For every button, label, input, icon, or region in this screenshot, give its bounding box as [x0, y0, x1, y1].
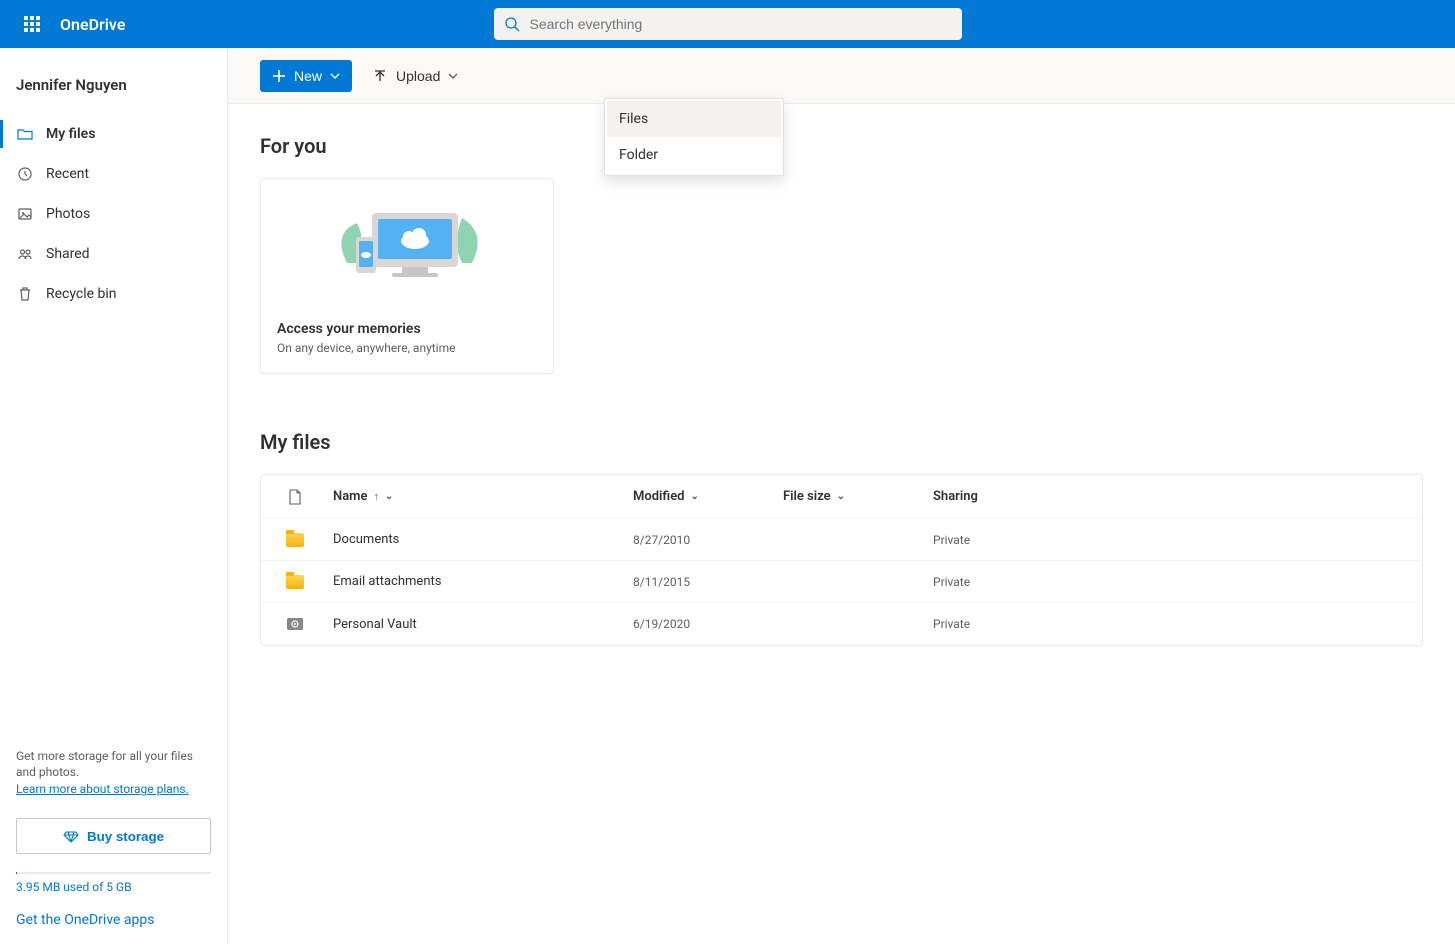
upload-icon — [372, 68, 388, 84]
column-header-filesize[interactable]: File size ⌄ — [775, 489, 925, 504]
buy-storage-button[interactable]: Buy storage — [16, 818, 211, 854]
menu-item-label: Files — [619, 111, 648, 127]
row-modified: 6/19/2020 — [625, 617, 775, 631]
table-row[interactable]: Documents 8/27/2010 Private — [261, 519, 1422, 561]
column-label: Name — [333, 489, 367, 504]
row-name[interactable]: Documents — [325, 532, 625, 547]
diamond-icon — [63, 828, 79, 844]
search-container — [494, 8, 962, 40]
column-label: Modified — [633, 489, 685, 504]
column-header-type[interactable] — [265, 489, 325, 505]
buy-storage-label: Buy storage — [87, 829, 164, 844]
plus-icon — [272, 69, 286, 83]
row-icon-cell — [265, 575, 325, 589]
row-icon-cell — [265, 616, 325, 632]
chevron-down-icon — [330, 71, 340, 81]
clock-icon — [16, 165, 34, 183]
row-modified: 8/11/2015 — [625, 575, 775, 589]
upload-menu-files[interactable]: Files — [607, 101, 781, 137]
sidebar-item-label: Photos — [46, 206, 90, 222]
people-icon — [16, 245, 34, 263]
trash-icon — [16, 285, 34, 303]
table-row[interactable]: Email attachments 8/11/2015 Private — [261, 561, 1422, 603]
storage-plans-link[interactable]: Learn more about storage plans. — [16, 782, 189, 796]
row-sharing: Private — [925, 617, 1125, 631]
chevron-down-icon: ⌄ — [385, 491, 393, 502]
upload-menu-folder[interactable]: Folder — [607, 137, 781, 173]
sidebar-item-recycle-bin[interactable]: Recycle bin — [0, 274, 227, 314]
row-sharing: Private — [925, 533, 1125, 547]
upload-menu: Files Folder — [604, 98, 784, 176]
sidebar-nav: My files Recent Photos Shared — [0, 114, 227, 314]
sidebar: Jennifer Nguyen My files Recent Photos — [0, 48, 228, 944]
sidebar-item-photos[interactable]: Photos — [0, 194, 227, 234]
upload-button-label: Upload — [396, 68, 440, 84]
command-bar: New Upload — [228, 48, 1455, 104]
sidebar-item-shared[interactable]: Shared — [0, 234, 227, 274]
sidebar-item-label: My files — [46, 126, 95, 142]
app-launcher-button[interactable] — [8, 0, 56, 48]
folder-icon — [286, 533, 304, 547]
memories-card-subtitle: On any device, anywhere, anytime — [277, 341, 537, 355]
new-button[interactable]: New — [260, 60, 352, 92]
folder-icon — [286, 575, 304, 589]
quota-text: 3.95 MB used of 5 GB — [0, 880, 227, 904]
table-header-row: Name ↑ ⌄ Modified ⌄ File size ⌄ — [261, 475, 1422, 519]
sort-ascending-icon: ↑ — [373, 490, 379, 503]
column-header-name[interactable]: Name ↑ ⌄ — [325, 489, 625, 504]
column-header-modified[interactable]: Modified ⌄ — [625, 489, 775, 504]
storage-promo-text: Get more storage for all your files and … — [16, 748, 211, 782]
my-files-heading: My files — [260, 430, 1423, 454]
search-input[interactable] — [494, 8, 962, 40]
user-name: Jennifer Nguyen — [0, 64, 227, 114]
memories-illustration — [261, 179, 553, 307]
sidebar-item-label: Recent — [46, 166, 89, 182]
row-icon-cell — [265, 533, 325, 547]
column-header-sharing[interactable]: Sharing — [925, 489, 1125, 504]
row-modified: 8/27/2010 — [625, 533, 775, 547]
get-apps-link[interactable]: Get the OneDrive apps — [0, 904, 227, 944]
waffle-icon — [24, 16, 40, 32]
chevron-down-icon: ⌄ — [691, 491, 699, 502]
menu-item-label: Folder — [619, 147, 658, 163]
sidebar-item-label: Shared — [46, 246, 90, 262]
sidebar-item-my-files[interactable]: My files — [0, 114, 227, 154]
upload-button[interactable]: Upload — [366, 60, 464, 92]
vault-icon — [286, 616, 304, 632]
for-you-heading: For you — [260, 134, 1423, 158]
chevron-down-icon — [448, 71, 458, 81]
row-name[interactable]: Personal Vault — [325, 617, 625, 632]
chevron-down-icon: ⌄ — [837, 491, 845, 502]
column-label: Sharing — [933, 489, 978, 504]
column-label: File size — [783, 489, 831, 504]
row-name[interactable]: Email attachments — [325, 574, 625, 589]
app-header: OneDrive — [0, 0, 1455, 48]
memories-card[interactable]: Access your memories On any device, anyw… — [260, 178, 554, 374]
folder-icon — [16, 125, 34, 143]
row-sharing: Private — [925, 575, 1125, 589]
sidebar-item-recent[interactable]: Recent — [0, 154, 227, 194]
document-icon — [288, 489, 302, 505]
storage-promo: Get more storage for all your files and … — [0, 738, 227, 808]
memories-card-title: Access your memories — [277, 321, 537, 337]
files-table: Name ↑ ⌄ Modified ⌄ File size ⌄ — [260, 474, 1423, 646]
brand-title[interactable]: OneDrive — [60, 15, 125, 34]
sidebar-item-label: Recycle bin — [46, 286, 117, 302]
new-button-label: New — [294, 68, 322, 84]
table-row[interactable]: Personal Vault 6/19/2020 Private — [261, 603, 1422, 645]
quota-bar — [16, 872, 211, 874]
photo-icon — [16, 205, 34, 223]
main-content: New Upload Files Folder — [228, 48, 1455, 944]
